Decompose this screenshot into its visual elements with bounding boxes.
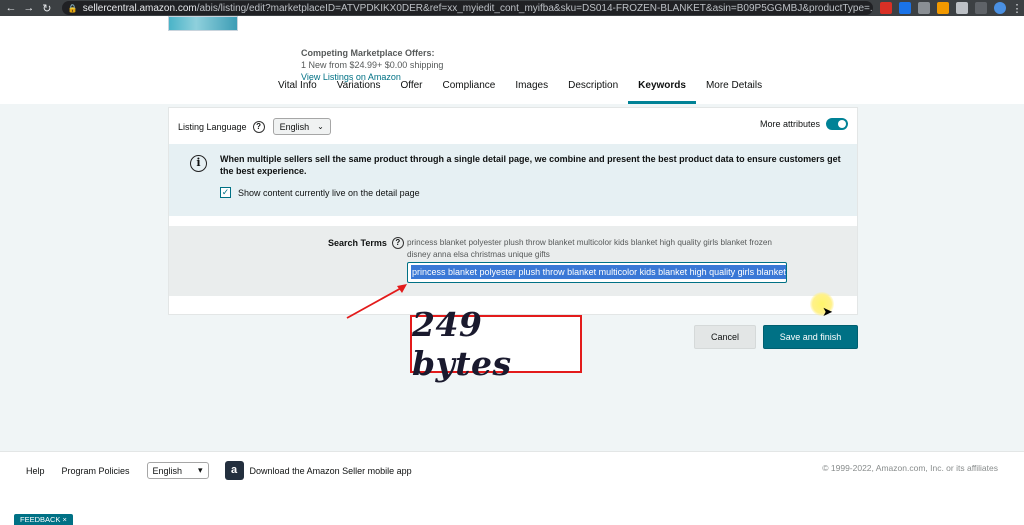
cancel-button[interactable]: Cancel: [694, 325, 756, 349]
more-attributes-row: More attributes: [760, 118, 848, 130]
search-terms-input[interactable]: princess blanket polyester plush throw b…: [407, 262, 787, 283]
feedback-button[interactable]: FEEDBACK ×: [14, 514, 73, 525]
annotation-box: 249 bytes: [410, 305, 582, 383]
footer-program-policies-link[interactable]: Program Policies: [62, 466, 130, 476]
page-footer: Help Program Policies English ▾ a Downlo…: [0, 451, 1024, 525]
profile-avatar[interactable]: [994, 2, 1007, 14]
tab-keywords[interactable]: Keywords: [628, 78, 696, 104]
language-select[interactable]: English ⌄: [272, 118, 331, 135]
more-attributes-toggle[interactable]: [826, 118, 848, 130]
puzzle-icon[interactable]: [956, 2, 969, 14]
extension-icon[interactable]: [937, 2, 950, 14]
copyright-text: © 1999-2022, Amazon.com, Inc. or its aff…: [822, 463, 998, 473]
tab-description[interactable]: Description: [558, 78, 628, 104]
language-select-value: English: [279, 121, 310, 132]
more-attributes-label: More attributes: [759, 119, 820, 129]
offers-title: Competing Marketplace Offers:: [301, 48, 435, 58]
window-icon[interactable]: [975, 2, 988, 14]
chevron-down-icon: ▾: [198, 465, 203, 475]
help-icon[interactable]: ?: [252, 120, 265, 133]
tab-variations[interactable]: Variations: [327, 78, 391, 104]
listing-tabs: Vital Info Variations Offer Compliance I…: [268, 78, 772, 104]
forward-icon[interactable]: →: [22, 2, 36, 14]
back-icon[interactable]: ←: [4, 2, 18, 14]
annotation-text: 249 bytes: [412, 305, 512, 383]
footer-language-select[interactable]: English ▾: [146, 462, 209, 479]
extension-icon[interactable]: [880, 2, 893, 14]
search-terms-current: princess blanket polyester plush throw b…: [407, 238, 772, 259]
extension-icon[interactable]: [899, 2, 912, 14]
url-domain: sellercentral.amazon.com: [82, 2, 197, 14]
mobile-app-link[interactable]: Download the Amazon Seller mobile app: [250, 466, 412, 476]
menu-icon[interactable]: ⋮: [1010, 2, 1024, 15]
chevron-down-icon: ⌄: [317, 122, 324, 131]
product-image: [168, 16, 238, 31]
info-message: When multiple sellers sell the same prod…: [220, 154, 841, 176]
info-icon: i: [190, 155, 207, 172]
amazon-app-icon[interactable]: a: [224, 461, 244, 480]
tab-offer[interactable]: Offer: [390, 78, 432, 104]
extension-icon[interactable]: [918, 2, 931, 14]
mouse-cursor-icon: ➤: [822, 304, 833, 319]
show-live-content-checkbox[interactable]: ✓: [220, 187, 231, 198]
search-terms-label-row: Search Terms ?: [328, 237, 404, 249]
tab-images[interactable]: Images: [505, 78, 558, 104]
url-path: /abis/listing/edit?marketplaceID=ATVPDKI…: [196, 2, 874, 14]
listing-language-label: Listing Language: [178, 121, 247, 132]
address-bar[interactable]: 🔒 sellercentral.amazon.com/abis/listing/…: [61, 1, 874, 15]
info-banner: i When multiple sellers sell the same pr…: [169, 144, 857, 216]
search-terms-section: Search Terms ? princess blanket polyeste…: [169, 226, 857, 296]
offers-line: 1 New from $24.99+ $0.00 shipping: [301, 60, 444, 70]
show-live-content-label: Show content currently live on the detai…: [238, 187, 420, 198]
annotation-arrow: [346, 284, 407, 319]
browser-toolbar: ← → ↻ 🔒 sellercentral.amazon.com/abis/li…: [0, 0, 1024, 16]
save-and-finish-button[interactable]: Save and finish: [763, 325, 858, 349]
reload-icon[interactable]: ↻: [40, 2, 54, 15]
footer-links: Help Program Policies English ▾ a Downlo…: [26, 461, 412, 480]
listing-language-row: Listing Language ? English ⌄: [178, 118, 331, 135]
lock-icon: 🔒: [67, 3, 78, 13]
search-terms-label: Search Terms: [328, 238, 387, 248]
keywords-card: Listing Language ? English ⌄ More attrib…: [168, 107, 858, 315]
tab-compliance[interactable]: Compliance: [433, 78, 506, 104]
help-icon[interactable]: ?: [391, 237, 404, 249]
tab-vital-info[interactable]: Vital Info: [268, 78, 327, 104]
footer-language-value: English: [152, 465, 183, 476]
tab-more-details[interactable]: More Details: [696, 78, 772, 104]
footer-help-link[interactable]: Help: [26, 466, 45, 476]
search-terms-selected-text: princess blanket polyester plush throw b…: [411, 265, 786, 279]
show-live-content-row: ✓ Show content currently live on the det…: [220, 187, 420, 198]
